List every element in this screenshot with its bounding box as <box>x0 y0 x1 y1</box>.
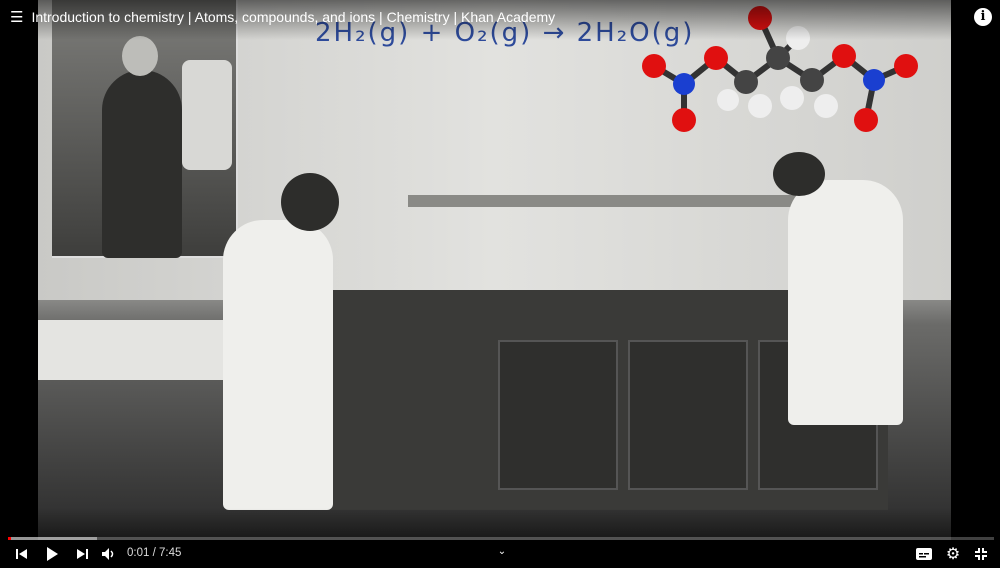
scientist-right <box>788 180 903 425</box>
played-bar <box>8 537 11 540</box>
next-icon[interactable] <box>75 543 89 565</box>
chevron-down-icon[interactable]: ⌄ <box>495 540 509 562</box>
flask <box>182 60 232 170</box>
duration: 7:45 <box>158 547 182 559</box>
exit-fullscreen-icon[interactable] <box>972 543 990 565</box>
info-icon[interactable]: i <box>974 8 992 26</box>
video-title[interactable]: Introduction to chemistry | Atoms, compo… <box>31 9 555 25</box>
time-separator: / <box>149 547 159 559</box>
scientist-left <box>223 220 333 510</box>
bench-door <box>498 340 618 490</box>
sink <box>38 320 238 380</box>
scientist-right-head <box>773 152 825 196</box>
scientist-head <box>122 36 158 76</box>
play-icon[interactable] <box>44 543 60 565</box>
subtitles-icon[interactable] <box>915 543 933 565</box>
volume-icon[interactable] <box>101 543 117 565</box>
bench-door <box>628 340 748 490</box>
settings-icon[interactable]: ⚙ <box>944 543 962 565</box>
buffered-bar <box>8 537 97 540</box>
playlist-icon[interactable]: ☰ <box>10 8 23 26</box>
scientist-left-head <box>281 173 339 231</box>
player-controls: 0:01 / 7:45 ⌄ ⚙ <box>0 543 1000 565</box>
previous-icon[interactable] <box>14 543 30 565</box>
shelf <box>408 195 808 207</box>
title-bar: ☰ Introduction to chemistry | Atoms, com… <box>10 8 555 26</box>
scientist-figure <box>102 70 182 258</box>
current-time: 0:01 <box>127 547 150 559</box>
time-display: 0:01 / 7:45 <box>127 547 181 559</box>
